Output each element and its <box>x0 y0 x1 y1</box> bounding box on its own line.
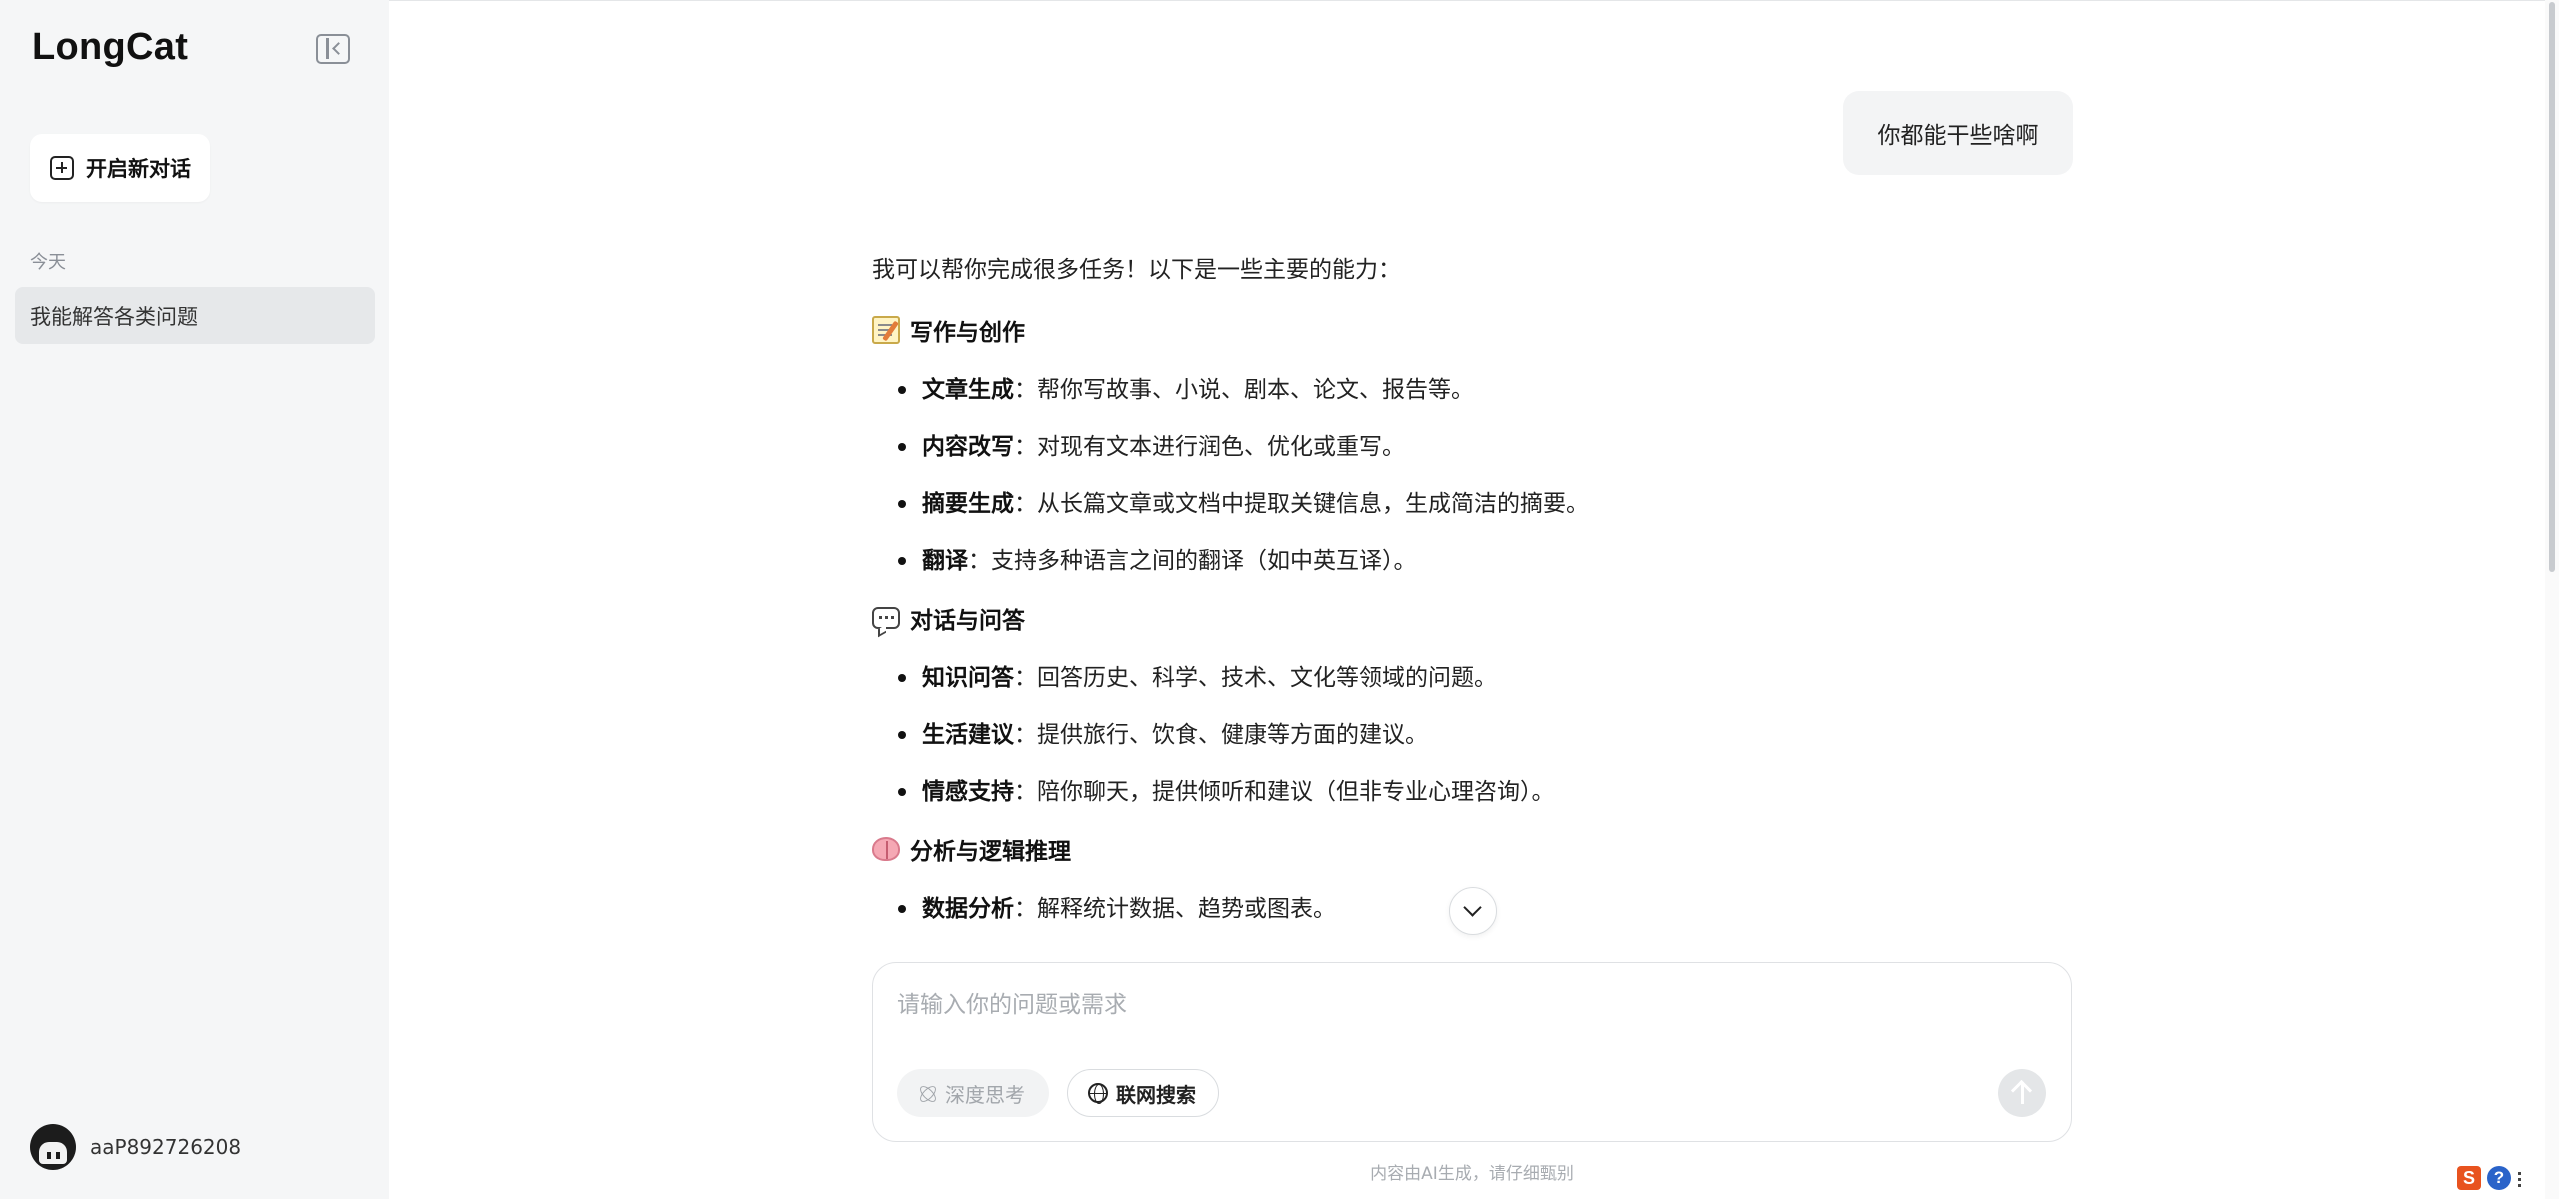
list-item: 翻译：支持多种语言之间的翻译（如中英互译）。 <box>898 541 2072 581</box>
section-list-analysis: 数据分析：解释统计数据、趋势或图表。 <box>898 889 2072 929</box>
list-item-term: 生活建议 <box>922 722 1014 748</box>
message-input[interactable] <box>897 985 1997 1025</box>
atom-icon <box>917 1083 937 1103</box>
new-chat-label: 开启新对话 <box>86 157 191 181</box>
assistant-answer: 我可以帮你完成很多任务！以下是一些主要的能力： 写作与创作 文章生成：帮你写故事… <box>872 250 2072 940</box>
list-item: 生活建议：提供旅行、饮食、健康等方面的建议。 <box>898 715 2072 755</box>
web-search-toggle[interactable]: 联网搜索 <box>1067 1069 1219 1117</box>
more-icon[interactable] <box>2517 1169 2523 1187</box>
section-title: 写作与创作 <box>910 320 1025 346</box>
user-message-bubble: 你都能干些啥啊 <box>1843 91 2073 175</box>
speech-bubble-icon <box>872 607 900 629</box>
list-item-term: 数据分析 <box>922 896 1014 922</box>
list-item-term: 知识问答 <box>922 665 1014 691</box>
section-heading-writing: 写作与创作 <box>872 310 2072 350</box>
section-list-writing: 文章生成：帮你写故事、小说、剧本、论文、报告等。 内容改写：对现有文本进行润色、… <box>898 370 2072 581</box>
app-logo: LongCat <box>32 26 189 68</box>
composer: 深度思考 联网搜索 <box>872 962 2072 1142</box>
ime-icon[interactable]: S <box>2457 1166 2481 1190</box>
list-item: 摘要生成：从长篇文章或文档中提取关键信息，生成简洁的摘要。 <box>898 484 2072 524</box>
list-item-desc: ：帮你写故事、小说、剧本、论文、报告等。 <box>1014 377 1474 403</box>
deep-think-toggle[interactable]: 深度思考 <box>897 1069 1049 1117</box>
list-item-term: 情感支持 <box>922 779 1014 805</box>
list-item-term: 摘要生成 <box>922 491 1014 517</box>
list-item: 知识问答：回答历史、科学、技术、文化等领域的问题。 <box>898 658 2072 698</box>
new-chat-button[interactable]: 开启新对话 <box>30 134 210 202</box>
web-search-label: 联网搜索 <box>1116 1082 1196 1107</box>
list-item-term: 文章生成 <box>922 377 1014 403</box>
list-item-term: 翻译 <box>922 548 968 574</box>
memo-icon <box>872 316 900 344</box>
list-item: 数据分析：解释统计数据、趋势或图表。 <box>898 889 2072 929</box>
list-item-desc: ：回答历史、科学、技术、文化等领域的问题。 <box>1014 665 1497 691</box>
system-tray: S ? <box>2457 1166 2523 1190</box>
list-item: 文章生成：帮你写故事、小说、剧本、论文、报告等。 <box>898 370 2072 410</box>
list-item-term: 内容改写 <box>922 434 1014 460</box>
new-chat-icon <box>50 156 74 180</box>
list-item-desc: ：对现有文本进行润色、优化或重写。 <box>1014 434 1405 460</box>
collapse-sidebar-icon[interactable] <box>316 34 350 64</box>
ai-disclaimer: 内容由AI生成，请仔细甄别 <box>1370 1164 1574 1184</box>
username: aaP892726208 <box>90 1135 242 1159</box>
user-profile[interactable]: aaP892726208 <box>30 1124 241 1170</box>
list-item-desc: ：陪你聊天，提供倾听和建议（但非专业心理咨询）。 <box>1014 779 1555 805</box>
app-root: LongCat 开启新对话 今天 我能解答各类问题 aaP892726208 你… <box>0 0 2559 1199</box>
answer-intro: 我可以帮你完成很多任务！以下是一些主要的能力： <box>872 257 1401 283</box>
top-divider <box>389 0 2559 1</box>
list-item: 情感支持：陪你聊天，提供倾听和建议（但非专业心理咨询）。 <box>898 772 2072 812</box>
history-item[interactable]: 我能解答各类问题 <box>15 287 375 344</box>
section-heading-analysis: 分析与逻辑推理 <box>872 829 2072 869</box>
list-item-desc: ：解释统计数据、趋势或图表。 <box>1014 896 1336 922</box>
scroll-to-bottom-button[interactable] <box>1449 887 1497 935</box>
section-title: 对话与问答 <box>910 608 1025 634</box>
globe-icon <box>1088 1083 1108 1104</box>
history-section-label: 今天 <box>30 252 66 273</box>
avatar <box>30 1124 76 1170</box>
section-title: 分析与逻辑推理 <box>910 839 1071 865</box>
list-item-desc: ：从长篇文章或文档中提取关键信息，生成简洁的摘要。 <box>1014 491 1589 517</box>
sidebar: LongCat 开启新对话 今天 我能解答各类问题 aaP892726208 <box>0 0 389 1199</box>
send-button[interactable] <box>1998 1069 2046 1117</box>
list-item: 内容改写：对现有文本进行润色、优化或重写。 <box>898 427 2072 467</box>
section-list-dialogue: 知识问答：回答历史、科学、技术、文化等领域的问题。 生活建议：提供旅行、饮食、健… <box>898 658 2072 812</box>
section-heading-dialogue: 对话与问答 <box>872 598 2072 638</box>
deep-think-label: 深度思考 <box>945 1082 1025 1107</box>
help-icon[interactable]: ? <box>2487 1166 2511 1190</box>
list-item-desc: ：提供旅行、饮食、健康等方面的建议。 <box>1014 722 1428 748</box>
scrollbar-thumb[interactable] <box>2549 2 2555 572</box>
brain-icon <box>872 837 900 861</box>
list-item-desc: ：支持多种语言之间的翻译（如中英互译）。 <box>968 548 1417 574</box>
